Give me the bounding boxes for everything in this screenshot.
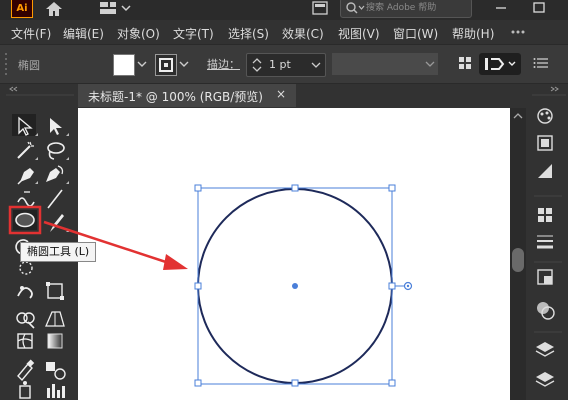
menu-help[interactable]: 帮助(H)	[452, 25, 494, 42]
chevron-down-icon[interactable]	[309, 56, 323, 74]
menu-options-icon[interactable]	[510, 26, 526, 38]
stroke-panel-icon[interactable]	[537, 235, 553, 249]
menu-type[interactable]: 文字(T)	[173, 25, 214, 42]
gradient-tool-icon[interactable]	[47, 333, 63, 349]
control-bar: 椭圆 描边： 1 pt	[0, 44, 568, 84]
color-guide-icon[interactable]	[538, 164, 552, 178]
chevron-down-icon	[425, 61, 435, 67]
artboard-canvas[interactable]	[78, 108, 510, 400]
transform-button[interactable]	[479, 53, 521, 75]
center-point	[292, 283, 298, 289]
lasso-tool-icon[interactable]	[47, 142, 65, 160]
right-panel-dock	[528, 84, 568, 400]
swatches-icon[interactable]	[538, 208, 552, 222]
artboards-icon[interactable]	[535, 372, 555, 387]
search-placeholder: 搜索 Adobe 帮助	[366, 3, 437, 13]
warp-tool-icon[interactable]	[17, 286, 33, 299]
paintbrush-tool-icon[interactable]	[50, 214, 64, 232]
perspective-grid-tool-icon[interactable]	[45, 311, 65, 327]
stepper-arrows-icon[interactable]	[250, 56, 264, 74]
magic-wand-tool-icon[interactable]	[17, 141, 34, 159]
search-icon	[346, 2, 365, 14]
maximize-button[interactable]	[525, 0, 553, 16]
eyedropper-tool-icon[interactable]	[17, 359, 35, 382]
scale-tool-icon[interactable]	[19, 261, 33, 275]
workspace-switcher-icon[interactable]	[98, 0, 134, 16]
tool-tooltip: 椭圆工具 (L)	[20, 242, 97, 262]
appearance-icon[interactable]	[537, 302, 555, 320]
properties-icon[interactable]	[537, 108, 553, 124]
document-tab[interactable]: 未标题-1* @ 100% (RGB/预览) ×	[78, 84, 296, 107]
document-tab-bar: 未标题-1* @ 100% (RGB/预览) ×	[78, 84, 510, 107]
line-segment-tool-icon[interactable]	[47, 189, 63, 209]
menu-edit[interactable]: 编辑(E)	[63, 25, 104, 42]
fill-color-swatch[interactable]	[113, 54, 135, 76]
transparency-icon[interactable]	[537, 269, 553, 285]
minimize-button[interactable]	[487, 0, 515, 16]
ellipse-tool-icon[interactable]	[15, 212, 35, 228]
scrollbar-thumb[interactable]	[512, 248, 524, 272]
title-bar: Ai 搜索 Adobe 帮助	[0, 0, 568, 20]
free-transform-tool-icon[interactable]	[46, 282, 64, 300]
app-logo: Ai	[11, 0, 33, 18]
expand-panels-icon[interactable]	[550, 86, 559, 92]
scroll-up-icon[interactable]	[513, 112, 523, 120]
align-icon[interactable]	[458, 55, 472, 71]
menu-effect[interactable]: 效果(C)	[282, 25, 324, 42]
panel-grip-icon	[4, 51, 10, 77]
stroke-weight-input[interactable]: 1 pt	[246, 53, 326, 77]
pencil-tool-icon[interactable]	[17, 191, 35, 207]
stroke-weight-value: 1 pt	[269, 58, 291, 71]
pen-tool-icon[interactable]	[17, 168, 34, 185]
menu-view[interactable]: 视图(V)	[338, 25, 380, 42]
symbol-sprayer-tool-icon[interactable]	[19, 381, 31, 399]
panel-menu-icon[interactable]	[533, 57, 549, 69]
curvature-tool-icon[interactable]	[46, 165, 64, 182]
menu-select[interactable]: 选择(S)	[228, 25, 269, 42]
menu-object[interactable]: 对象(O)	[117, 25, 160, 42]
layers-icon[interactable]	[535, 342, 555, 357]
direct-selection-tool-icon[interactable]	[50, 118, 62, 135]
home-icon[interactable]	[44, 0, 64, 18]
shape-builder-tool-icon[interactable]	[16, 312, 35, 329]
stroke-label[interactable]: 描边：	[207, 56, 240, 72]
selected-tool-name: 椭圆	[18, 59, 40, 72]
pie-widget-handle[interactable]	[395, 281, 413, 291]
document-tab-title: 未标题-1* @ 100% (RGB/预览)	[88, 90, 263, 104]
blend-tool-icon[interactable]	[46, 362, 66, 380]
collapse-panel-icon[interactable]	[9, 86, 18, 92]
libraries-icon[interactable]	[537, 135, 553, 151]
menu-file[interactable]: 文件(F)	[11, 25, 51, 42]
arrange-documents-icon[interactable]	[311, 0, 329, 16]
menu-window[interactable]: 窗口(W)	[393, 25, 438, 42]
mesh-tool-icon[interactable]	[17, 333, 33, 349]
fill-dropdown-chevron-icon[interactable]	[136, 54, 148, 74]
menu-bar: 文件(F) 编辑(E) 对象(O) 文字(T) 选择(S) 效果(C) 视图(V…	[0, 22, 568, 42]
stroke-color-swatch[interactable]	[155, 54, 177, 76]
stroke-dropdown-chevron-icon[interactable]	[178, 54, 190, 74]
search-help-input[interactable]: 搜索 Adobe 帮助	[340, 0, 472, 18]
close-icon[interactable]: ×	[276, 87, 286, 101]
column-graph-tool-icon[interactable]	[47, 384, 65, 398]
variable-width-profile-dropdown[interactable]	[332, 53, 438, 75]
selection-tool-bg	[12, 114, 36, 136]
